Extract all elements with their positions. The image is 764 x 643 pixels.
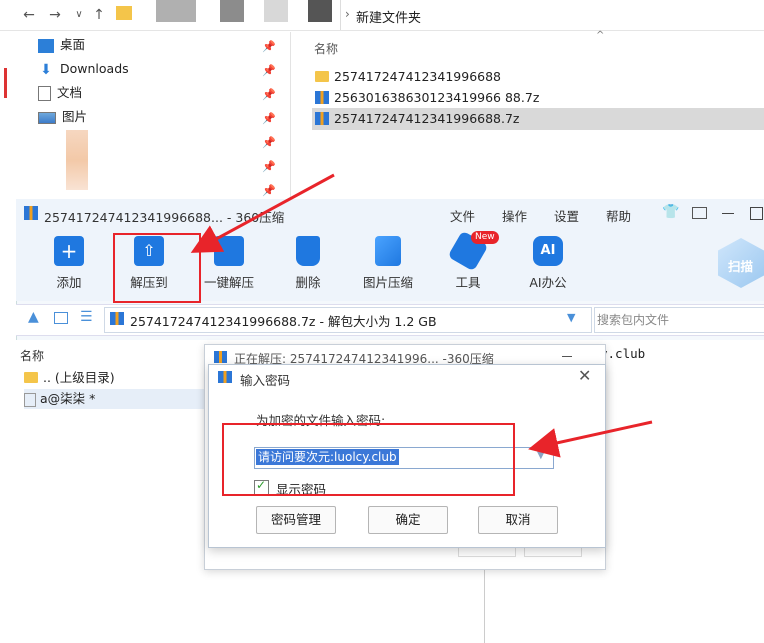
arrow-to-password <box>528 420 653 458</box>
annotation-arrows <box>190 173 653 458</box>
arrow-to-extract <box>190 173 335 253</box>
